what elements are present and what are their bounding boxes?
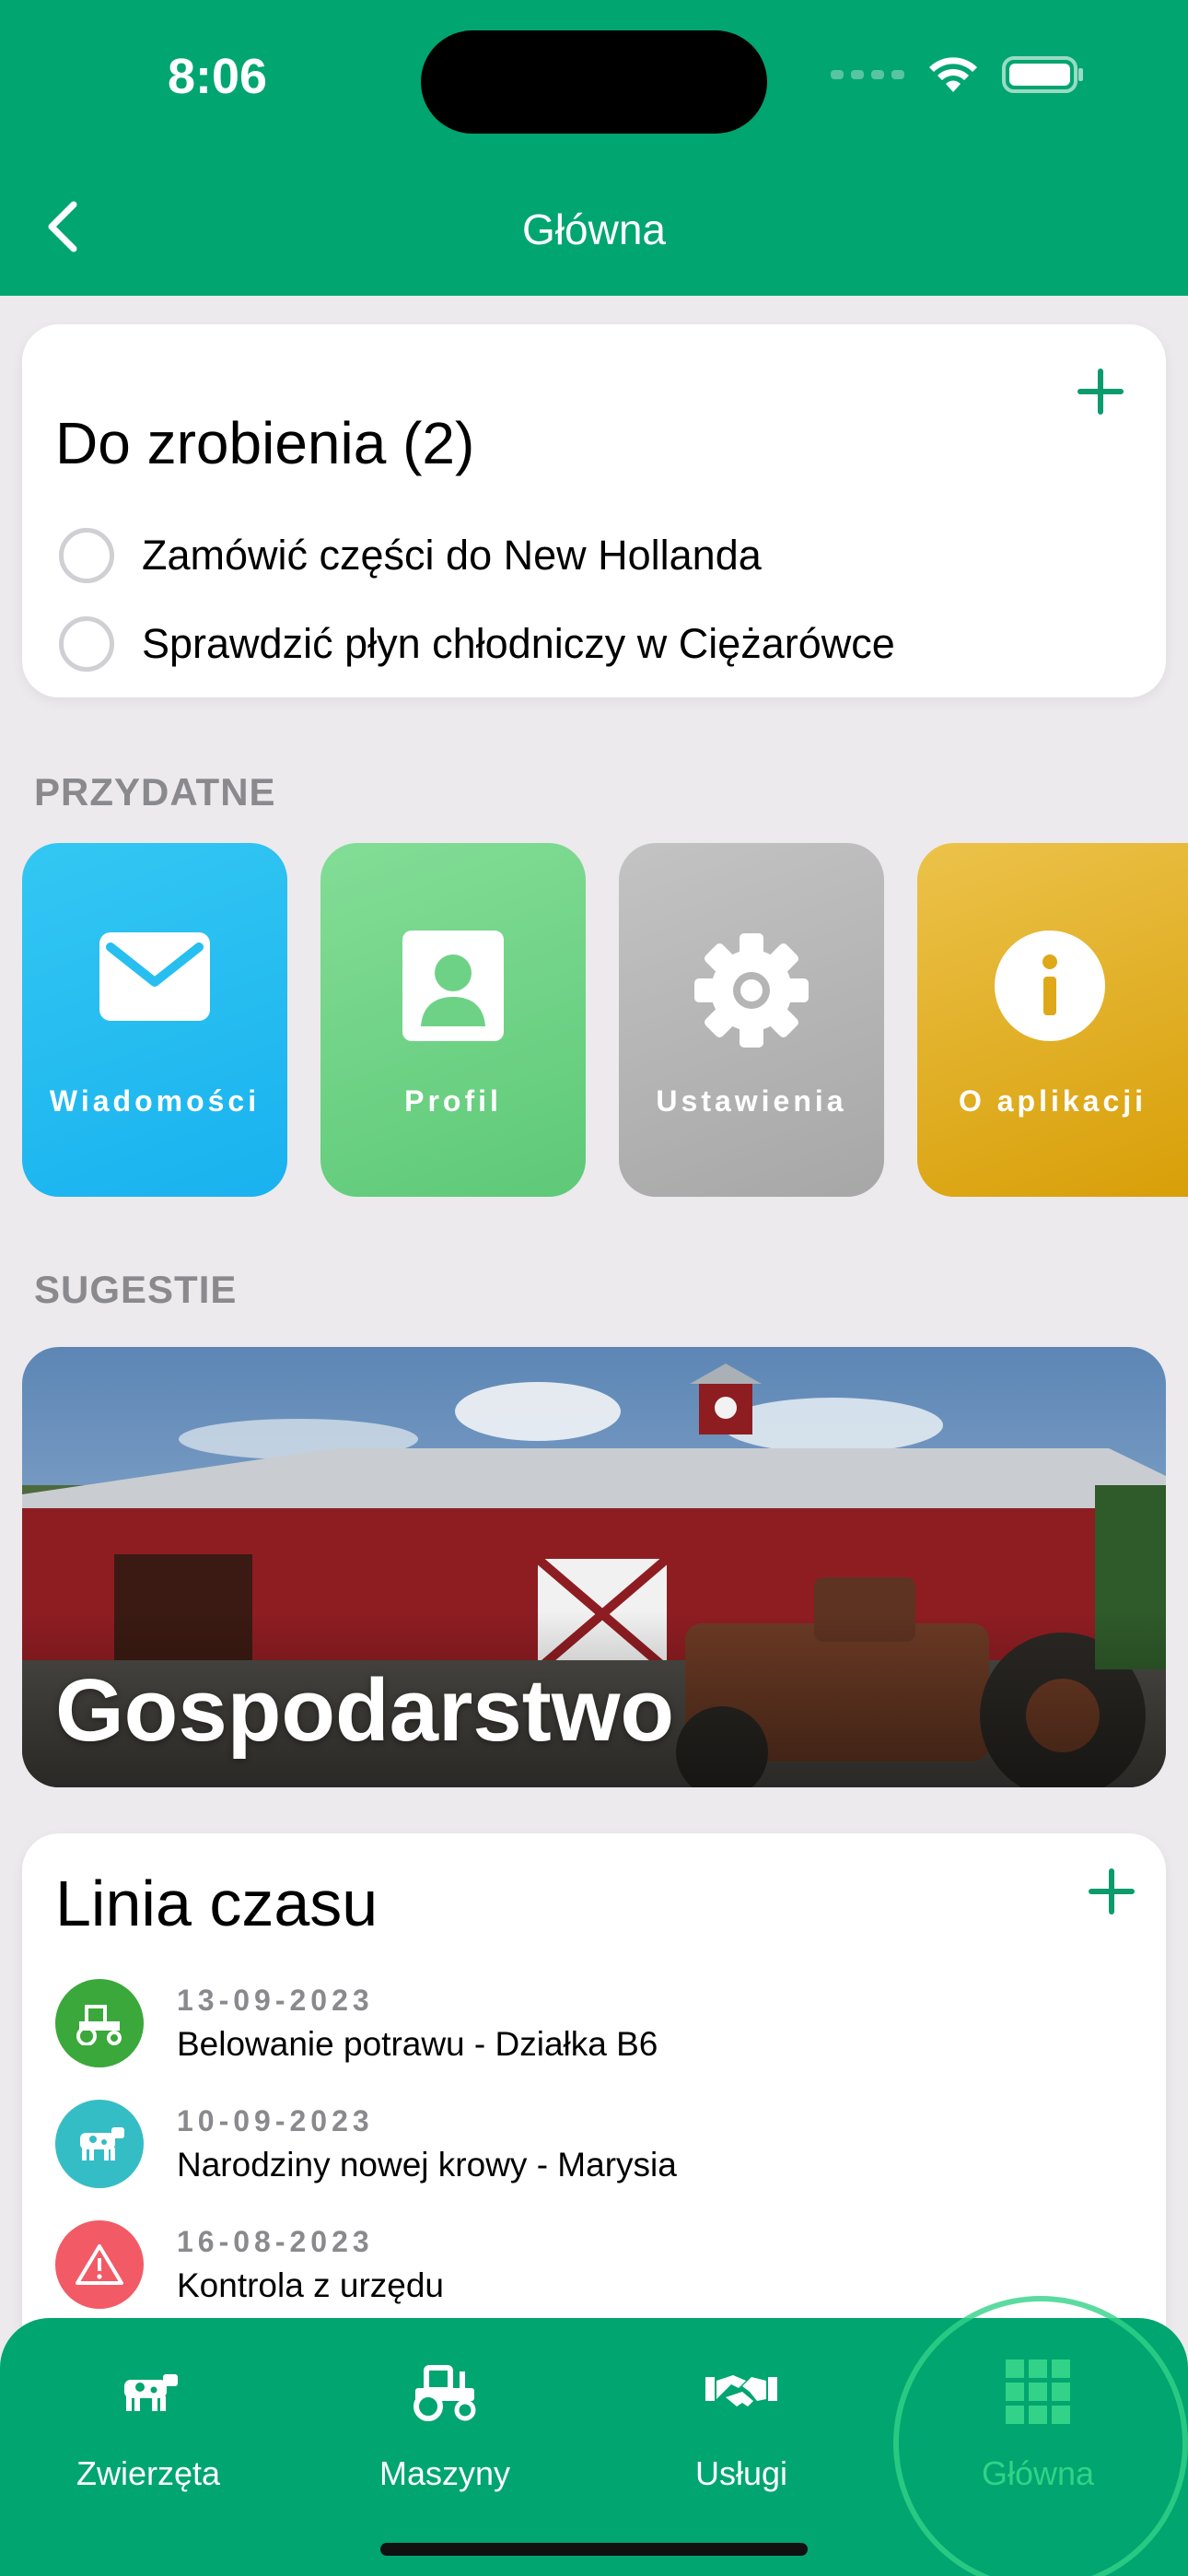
tractor-icon	[413, 2365, 476, 2421]
active-tab-ring	[893, 2296, 1188, 2576]
farm-suggestion-card[interactable]: Gospodarstwo	[22, 1347, 1166, 1787]
tab-label: Usługi	[694, 2454, 788, 2492]
info-icon	[995, 931, 1105, 1041]
add-timeline-button[interactable]	[1089, 1868, 1135, 1914]
add-todo-button[interactable]	[1077, 369, 1124, 415]
settings-tile[interactable]: Ustawienia	[619, 843, 884, 1197]
todo-checkbox[interactable]	[59, 616, 114, 672]
battery-icon	[1002, 56, 1083, 93]
suggestion-title: Gospodarstwo	[55, 1661, 675, 1760]
tab-animals[interactable]: Zwierzęta	[0, 2346, 297, 2493]
timeline-item[interactable]: 16-08-2023 Kontrola z urzędu	[55, 2220, 444, 2309]
dynamic-island	[421, 30, 767, 134]
status-time: 8:06	[168, 49, 268, 104]
home-indicator[interactable]	[380, 2543, 808, 2556]
handshake-icon	[705, 2375, 777, 2406]
suggestions-section-label: SUGESTIE	[34, 1268, 238, 1311]
timeline-date: 13-09-2023	[177, 1983, 374, 2017]
warning-icon	[55, 2220, 144, 2309]
profile-tile[interactable]: Profil	[320, 843, 586, 1197]
timeline-item[interactable]: 13-09-2023 Belowanie potrawu - Działka B…	[55, 1979, 658, 2067]
timeline-text: Kontrola z urzędu	[177, 2266, 445, 2304]
todo-checkbox[interactable]	[59, 528, 114, 583]
tab-machines[interactable]: Maszyny	[297, 2346, 593, 2493]
tile-label: Wiadomości	[49, 1084, 261, 1118]
todo-title: Do zrobienia (2)	[55, 410, 475, 476]
gear-icon	[694, 933, 809, 1048]
mail-icon	[99, 932, 210, 1021]
tile-label: Profil	[404, 1084, 502, 1118]
todo-card: Do zrobienia (2) Zamówić części do New H…	[22, 324, 1166, 697]
cow-icon	[55, 2100, 144, 2188]
todo-item-text: Zamówić części do New Hollanda	[142, 532, 762, 579]
signal-icon	[831, 70, 904, 79]
timeline-item[interactable]: 10-09-2023 Narodziny nowej krowy - Marys…	[55, 2100, 677, 2188]
todo-item[interactable]: Zamówić części do New Hollanda	[59, 511, 895, 600]
tab-label: Maszyny	[379, 2454, 511, 2492]
tab-label: Zwierzęta	[76, 2454, 221, 2492]
timeline-text: Narodziny nowej krowy - Marysia	[177, 2145, 677, 2184]
tile-label: O aplikacji	[958, 1084, 1147, 1118]
todo-list: Zamówić części do New Hollanda Sprawdzić…	[59, 511, 895, 688]
about-tile[interactable]: O aplikacji	[917, 843, 1188, 1197]
cow-icon	[124, 2374, 178, 2411]
wifi-icon	[929, 57, 977, 92]
tab-services[interactable]: Usługi	[593, 2346, 890, 2493]
messages-tile[interactable]: Wiadomości	[22, 843, 287, 1197]
tractor-icon	[55, 1979, 144, 2067]
todo-item[interactable]: Sprawdzić płyn chłodniczy w Ciężarówce	[59, 600, 895, 688]
timeline-date: 16-08-2023	[177, 2224, 374, 2258]
useful-section-label: PRZYDATNE	[34, 770, 276, 814]
timeline-title: Linia czasu	[55, 1868, 379, 1939]
person-icon	[402, 931, 504, 1041]
page-title: Główna	[522, 205, 666, 253]
header: 8:06 Główna	[0, 0, 1188, 296]
status-icons	[831, 55, 1085, 94]
timeline-text: Belowanie potrawu - Działka B6	[177, 2024, 658, 2063]
timeline-date: 10-09-2023	[177, 2103, 374, 2137]
tile-label: Ustawienia	[656, 1084, 847, 1118]
todo-item-text: Sprawdzić płyn chłodniczy w Ciężarówce	[142, 620, 895, 667]
